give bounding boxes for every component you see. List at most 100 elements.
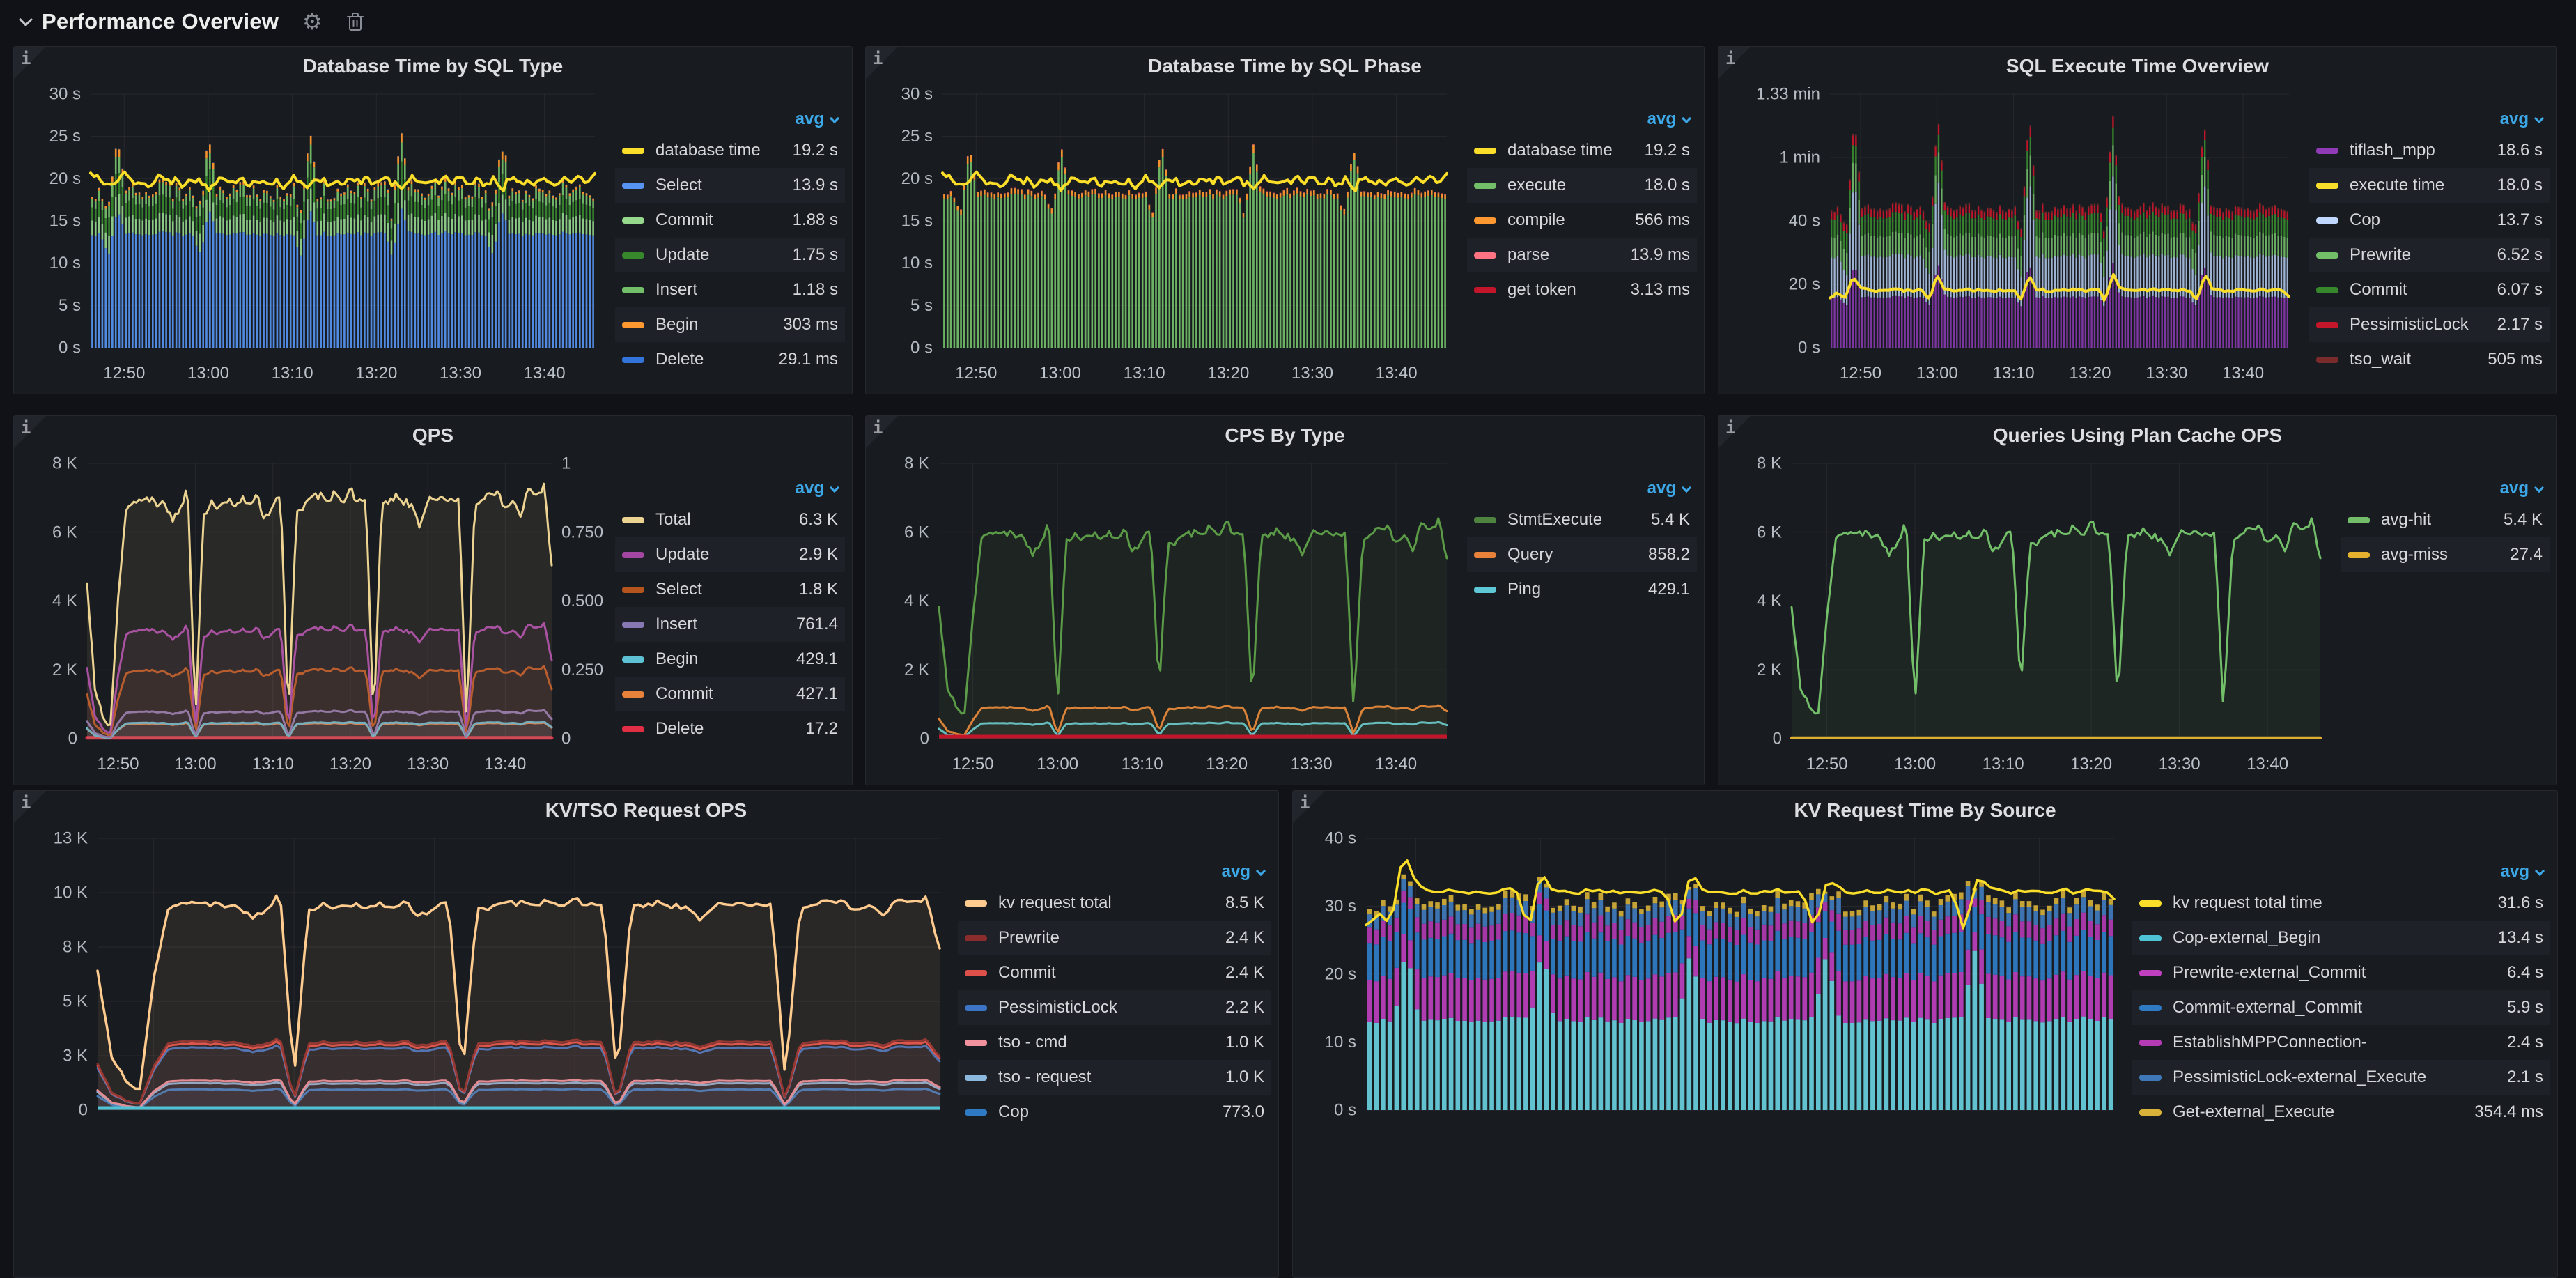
svg-text:2 K: 2 K: [1757, 661, 1782, 679]
legend-item[interactable]: Commit 427.1: [615, 677, 845, 711]
legend-item[interactable]: Begin 429.1: [615, 642, 845, 677]
svg-text:40 s: 40 s: [1789, 212, 1820, 231]
legend-item[interactable]: PessimisticLock-external_Execute 2.1 s: [2132, 1060, 2550, 1095]
legend-item[interactable]: Query 858.2: [1467, 537, 1697, 572]
legend-stat-header[interactable]: avg: [1467, 105, 1697, 133]
legend-item[interactable]: database time 19.2 s: [615, 133, 845, 168]
legend-item[interactable]: tso - request 1.0 K: [958, 1060, 1271, 1095]
legend-item[interactable]: execute 18.0 s: [1467, 168, 1697, 203]
legend-item[interactable]: parse 13.9 ms: [1467, 238, 1697, 272]
svg-text:0.750: 0.750: [561, 523, 603, 541]
legend-item[interactable]: PessimisticLock 2.2 K: [958, 990, 1271, 1025]
legend-item[interactable]: Insert 761.4: [615, 607, 845, 642]
trash-icon[interactable]: [346, 11, 364, 32]
series-value: 19.2 s: [783, 141, 838, 160]
legend-item[interactable]: Commit 6.07 s: [2309, 272, 2550, 307]
legend-item[interactable]: Total 6.3 K: [615, 502, 845, 537]
legend-item[interactable]: tso_wait 505 ms: [2309, 342, 2550, 377]
legend-item[interactable]: get token 3.13 ms: [1467, 272, 1697, 307]
panel-title[interactable]: SQL Execute Time Overview: [1718, 55, 2556, 77]
svg-text:13:10: 13:10: [1124, 364, 1165, 383]
legend-item[interactable]: Commit-external_Commit 5.9 s: [2132, 990, 2550, 1025]
legend-stat-header[interactable]: avg: [2132, 858, 2550, 886]
dashboard-title[interactable]: Performance Overview: [42, 9, 279, 34]
svg-text:13:20: 13:20: [355, 364, 397, 383]
panel-title[interactable]: QPS: [14, 424, 852, 447]
series-value: 2.4 s: [2497, 1033, 2543, 1052]
series-label: Commit: [998, 963, 1056, 983]
series-value: 1.0 K: [1216, 1068, 1264, 1087]
panel-legend: avg database time 19.2 s Select 13.9 s C…: [615, 105, 845, 377]
series-value: 8.5 K: [1216, 893, 1264, 913]
legend-item[interactable]: Begin 303 ms: [615, 307, 845, 342]
series-value: 429.1: [1638, 580, 1690, 599]
legend-item[interactable]: Cop-external_Begin 13.4 s: [2132, 921, 2550, 955]
legend-item[interactable]: compile 566 ms: [1467, 203, 1697, 238]
panel-chart: 0 s5 s10 s15 s20 s25 s30 s12:5013:0013:1…: [873, 84, 1465, 390]
legend-item[interactable]: avg-miss 27.4: [2341, 537, 2550, 572]
legend-item[interactable]: Select 13.9 s: [615, 168, 845, 203]
series-value: 18.6 s: [2488, 141, 2543, 160]
legend-item[interactable]: Get-external_Execute 354.4 ms: [2132, 1095, 2550, 1130]
legend-item[interactable]: PessimisticLock 2.17 s: [2309, 307, 2550, 342]
legend-item[interactable]: execute time 18.0 s: [2309, 168, 2550, 203]
legend-item[interactable]: avg-hit 5.4 K: [2341, 502, 2550, 537]
panel-legend: avg kv request total time 31.6 s Cop-ext…: [2132, 858, 2550, 1130]
svg-text:13:30: 13:30: [2146, 364, 2187, 383]
series-color-chip: [622, 691, 644, 698]
legend-item[interactable]: Commit 2.4 K: [958, 955, 1271, 990]
svg-text:15 s: 15 s: [49, 212, 81, 231]
svg-text:13:40: 13:40: [2247, 755, 2288, 773]
chevron-down-icon[interactable]: [19, 13, 33, 26]
series-value: 858.2: [1638, 545, 1690, 564]
legend-item[interactable]: tiflash_mpp 18.6 s: [2309, 133, 2550, 168]
legend-item[interactable]: Select 1.8 K: [615, 572, 845, 607]
legend-stat-header[interactable]: avg: [958, 858, 1271, 886]
legend-item[interactable]: Commit 1.88 s: [615, 203, 845, 238]
dashboard-panel: i CPS By Type 02 K4 K6 K8 K12:5013:0013:…: [865, 415, 1705, 785]
svg-text:10 s: 10 s: [901, 254, 933, 272]
legend-item[interactable]: Delete 17.2: [615, 711, 845, 746]
legend-item[interactable]: kv request total time 31.6 s: [2132, 886, 2550, 921]
series-color-chip: [622, 252, 644, 259]
panel-title[interactable]: CPS By Type: [866, 424, 1704, 447]
legend-item[interactable]: Ping 429.1: [1467, 572, 1697, 607]
legend-item[interactable]: kv request total 8.5 K: [958, 886, 1271, 921]
svg-text:0 s: 0 s: [910, 339, 933, 357]
series-color-chip: [622, 357, 644, 363]
svg-text:40 s: 40 s: [1325, 829, 1356, 848]
legend-item[interactable]: EstablishMPPConnection- 2.4 s: [2132, 1025, 2550, 1060]
legend-item[interactable]: tso - cmd 1.0 K: [958, 1025, 1271, 1060]
legend-stat-header[interactable]: avg: [2309, 105, 2550, 133]
series-label: Commit: [2350, 280, 2407, 300]
panel-title[interactable]: KV/TSO Request OPS: [14, 799, 1278, 822]
panel-title[interactable]: KV Request Time By Source: [1293, 799, 2557, 822]
series-color-chip: [2139, 935, 2162, 941]
series-value: 2.17 s: [2488, 315, 2543, 334]
panel-title[interactable]: Database Time by SQL Phase: [866, 55, 1704, 77]
dashboard-panel: i Queries Using Plan Cache OPS 02 K4 K6 …: [1718, 415, 2557, 785]
legend-item[interactable]: Prewrite 2.4 K: [958, 921, 1271, 955]
svg-text:25 s: 25 s: [49, 127, 81, 146]
legend-item[interactable]: Insert 1.18 s: [615, 272, 845, 307]
legend-item[interactable]: database time 19.2 s: [1467, 133, 1697, 168]
legend-stat-header[interactable]: avg: [1467, 475, 1697, 502]
gear-icon[interactable]: ⚙: [302, 10, 323, 33]
series-color-chip: [622, 148, 644, 154]
legend-item[interactable]: Delete 29.1 ms: [615, 342, 845, 377]
legend-item[interactable]: Cop 773.0: [958, 1095, 1271, 1130]
legend-item[interactable]: Prewrite-external_Commit 6.4 s: [2132, 955, 2550, 990]
legend-item[interactable]: Update 1.75 s: [615, 238, 845, 272]
panel-title[interactable]: Database Time by SQL Type: [14, 55, 852, 77]
legend-stat-header[interactable]: avg: [2341, 475, 2550, 502]
legend-stat-header[interactable]: avg: [615, 105, 845, 133]
panel-title[interactable]: Queries Using Plan Cache OPS: [1718, 424, 2556, 447]
legend-item[interactable]: Update 2.9 K: [615, 537, 845, 572]
legend-item[interactable]: Prewrite 6.52 s: [2309, 238, 2550, 272]
legend-item[interactable]: Cop 13.7 s: [2309, 203, 2550, 238]
svg-text:13:00: 13:00: [187, 364, 229, 383]
svg-text:0 s: 0 s: [59, 339, 81, 357]
legend-stat-header[interactable]: avg: [615, 475, 845, 502]
legend-item[interactable]: StmtExecute 5.4 K: [1467, 502, 1697, 537]
legend-rows: database time 19.2 s Select 13.9 s Commi…: [615, 133, 845, 377]
